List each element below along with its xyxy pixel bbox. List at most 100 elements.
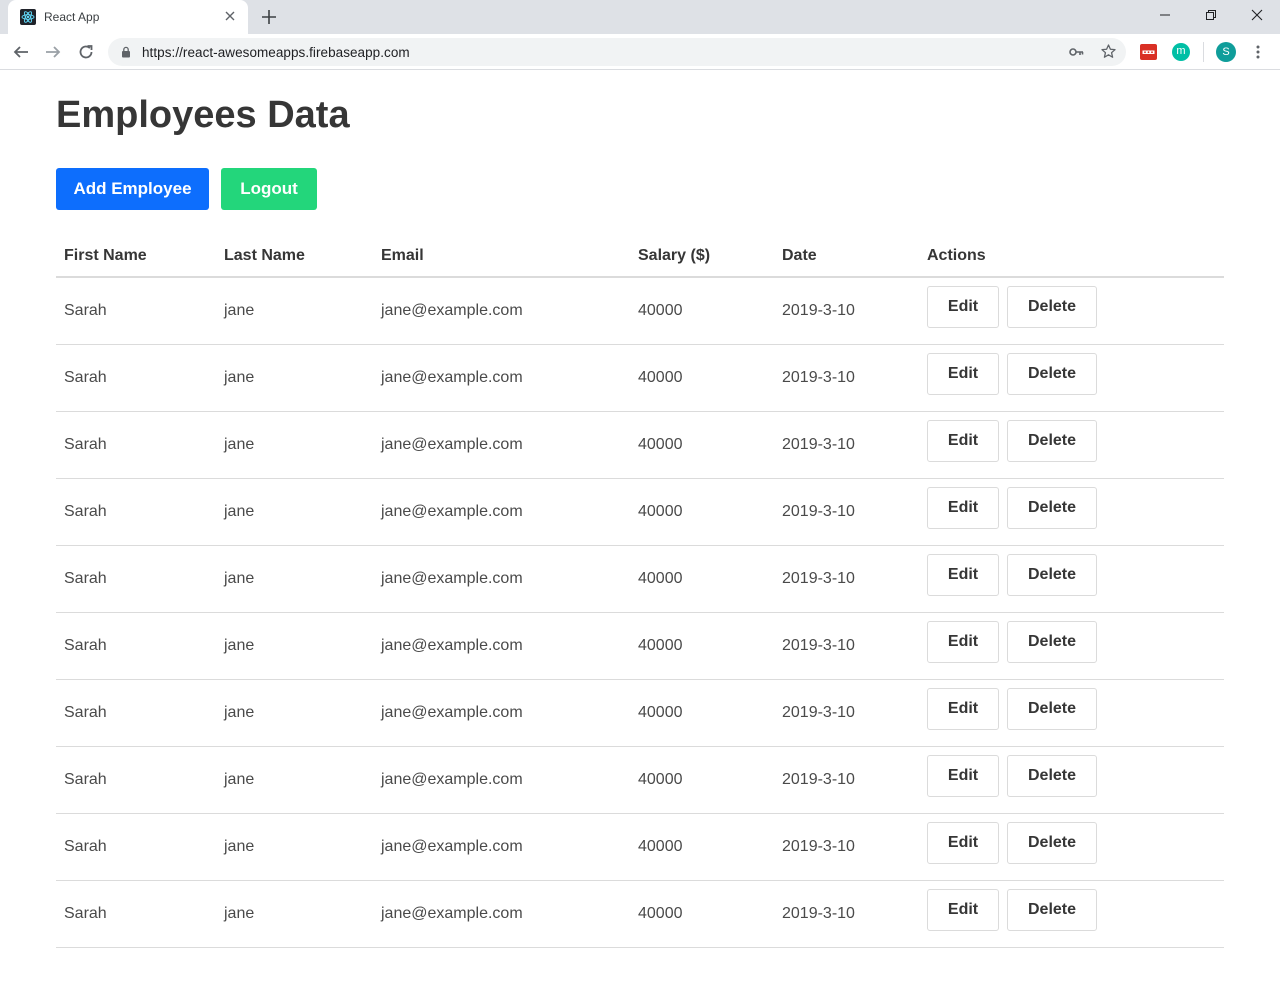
address-bar[interactable]: https://react-awesomeapps.firebaseapp.co… [108, 38, 1126, 66]
last-name-cell: jane [224, 704, 255, 721]
delete-button[interactable]: Delete [1007, 554, 1097, 596]
table-row: Sarah jane jane@example.com 40000 2019-3-10 E… [56, 479, 1224, 546]
table-row: Sarah jane jane@example.com 40000 2019-3-10 E… [56, 613, 1224, 680]
edit-button[interactable]: Edit [927, 889, 999, 931]
react-logo-icon [20, 9, 36, 25]
first-name-cell: Sarah [64, 838, 107, 855]
delete-button[interactable]: Delete [1007, 353, 1097, 395]
restore-icon [1206, 10, 1216, 20]
close-icon [1251, 9, 1263, 21]
more-vert-icon[interactable] [1250, 44, 1266, 60]
edit-button[interactable]: Edit [927, 688, 999, 730]
extension-dots-icon [1142, 50, 1155, 54]
header-actions: Actions [927, 247, 986, 264]
edit-button[interactable]: Edit [927, 621, 999, 663]
delete-button[interactable]: Delete [1007, 688, 1097, 730]
table-row: Sarah jane jane@example.com 40000 2019-3-10 E… [56, 278, 1224, 345]
delete-button[interactable]: Delete [1007, 420, 1097, 462]
date-cell: 2019-3-10 [782, 905, 855, 922]
delete-button[interactable]: Delete [1007, 889, 1097, 931]
salary-cell: 40000 [638, 570, 683, 587]
url-text: https://react-awesomeapps.firebaseapp.co… [142, 45, 410, 60]
back-button[interactable] [9, 40, 33, 64]
header-date: Date [782, 247, 817, 264]
first-name-cell: Sarah [64, 637, 107, 654]
arrow-left-icon [13, 46, 28, 58]
date-cell: 2019-3-10 [782, 503, 855, 520]
salary-cell: 40000 [638, 302, 683, 319]
date-cell: 2019-3-10 [782, 369, 855, 386]
minimize-button[interactable] [1142, 0, 1188, 30]
browser-titlebar: React App [0, 0, 1280, 34]
last-name-cell: jane [224, 570, 255, 587]
toolbar-divider [1203, 42, 1204, 62]
page-title: Employees Data [56, 94, 350, 136]
add-employee-button[interactable]: Add Employee [56, 168, 209, 210]
email-cell: jane@example.com [381, 704, 523, 721]
first-name-cell: Sarah [64, 436, 107, 453]
browser-toolbar: https://react-awesomeapps.firebaseapp.co… [0, 34, 1280, 70]
email-cell: jane@example.com [381, 905, 523, 922]
table-row: Sarah jane jane@example.com 40000 2019-3-10 E… [56, 747, 1224, 814]
table-row: Sarah jane jane@example.com 40000 2019-3-10 E… [56, 345, 1224, 412]
last-name-cell: jane [224, 369, 255, 386]
last-name-cell: jane [224, 838, 255, 855]
delete-button[interactable]: Delete [1007, 822, 1097, 864]
table-body: Sarah jane jane@example.com 40000 2019-3-10 E… [56, 278, 1224, 948]
extension-icon[interactable] [1140, 44, 1157, 60]
extension-m-icon[interactable]: m [1172, 43, 1190, 61]
email-cell: jane@example.com [381, 838, 523, 855]
key-icon[interactable] [1068, 44, 1084, 60]
close-window-button[interactable] [1234, 0, 1280, 30]
email-cell: jane@example.com [381, 570, 523, 587]
email-cell: jane@example.com [381, 369, 523, 386]
new-tab-icon[interactable] [259, 7, 279, 27]
forward-button[interactable] [41, 40, 65, 64]
email-cell: jane@example.com [381, 771, 523, 788]
tab-close-icon[interactable] [222, 8, 238, 24]
lock-icon [122, 46, 130, 58]
edit-button[interactable]: Edit [927, 353, 999, 395]
last-name-cell: jane [224, 436, 255, 453]
table-row: Sarah jane jane@example.com 40000 2019-3-10 E… [56, 881, 1224, 948]
email-cell: jane@example.com [381, 503, 523, 520]
date-cell: 2019-3-10 [782, 838, 855, 855]
delete-button[interactable]: Delete [1007, 487, 1097, 529]
delete-button[interactable]: Delete [1007, 755, 1097, 797]
date-cell: 2019-3-10 [782, 570, 855, 587]
first-name-cell: Sarah [64, 905, 107, 922]
date-cell: 2019-3-10 [782, 771, 855, 788]
first-name-cell: Sarah [64, 771, 107, 788]
delete-button[interactable]: Delete [1007, 621, 1097, 663]
profile-avatar[interactable]: S [1216, 42, 1236, 62]
browser-tab[interactable]: React App [8, 0, 248, 34]
last-name-cell: jane [224, 637, 255, 654]
date-cell: 2019-3-10 [782, 704, 855, 721]
salary-cell: 40000 [638, 771, 683, 788]
edit-button[interactable]: Edit [927, 420, 999, 462]
first-name-cell: Sarah [64, 302, 107, 319]
edit-button[interactable]: Edit [927, 554, 999, 596]
table-row: Sarah jane jane@example.com 40000 2019-3-10 E… [56, 814, 1224, 881]
edit-button[interactable]: Edit [927, 822, 999, 864]
last-name-cell: jane [224, 771, 255, 788]
edit-button[interactable]: Edit [927, 487, 999, 529]
table-row: Sarah jane jane@example.com 40000 2019-3-10 E… [56, 412, 1224, 479]
reload-icon [79, 45, 93, 59]
salary-cell: 40000 [638, 503, 683, 520]
edit-button[interactable]: Edit [927, 755, 999, 797]
edit-button[interactable]: Edit [927, 286, 999, 328]
header-email: Email [381, 247, 424, 264]
header-first-name: First Name [64, 247, 147, 264]
date-cell: 2019-3-10 [782, 302, 855, 319]
star-icon[interactable] [1100, 43, 1117, 60]
date-cell: 2019-3-10 [782, 637, 855, 654]
date-cell: 2019-3-10 [782, 436, 855, 453]
header-salary: Salary ($) [638, 247, 711, 264]
reload-button[interactable] [74, 40, 98, 64]
restore-button[interactable] [1188, 0, 1234, 30]
logout-button[interactable]: Logout [221, 168, 317, 210]
tab-title: React App [44, 10, 100, 24]
delete-button[interactable]: Delete [1007, 286, 1097, 328]
last-name-cell: jane [224, 905, 255, 922]
